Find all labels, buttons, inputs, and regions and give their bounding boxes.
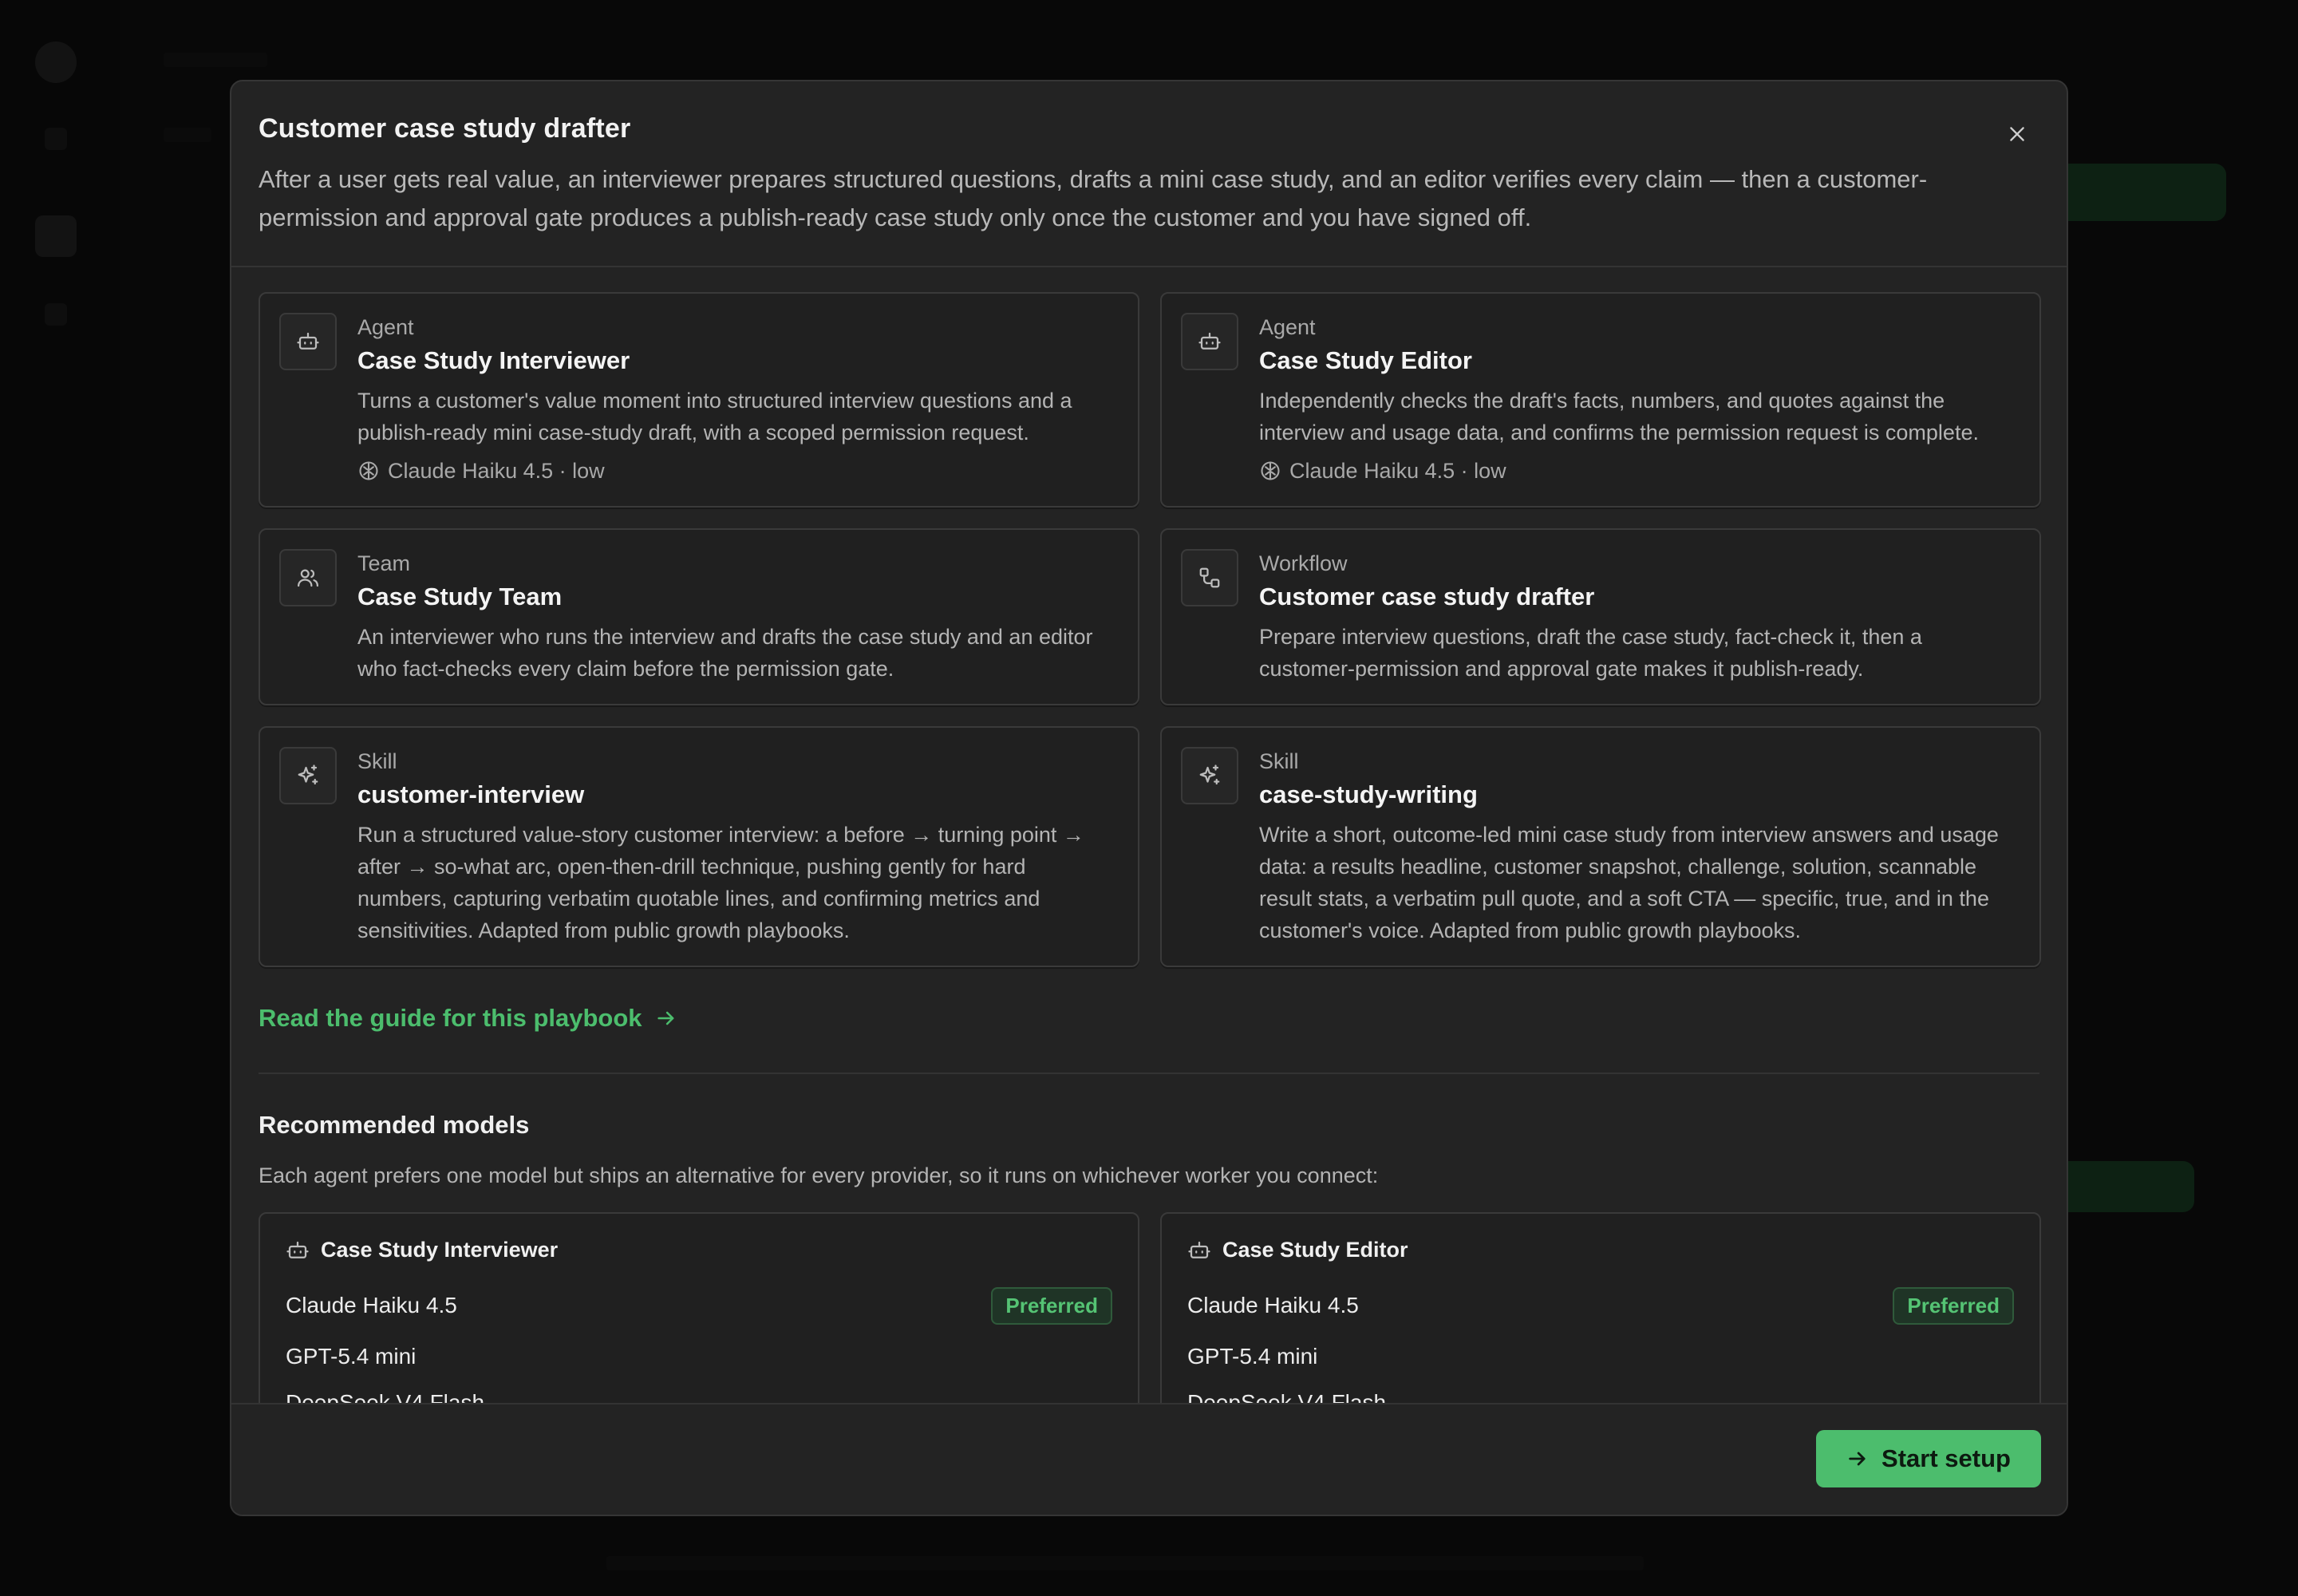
card-kind: Skill bbox=[357, 749, 397, 773]
modal-body[interactable]: Agent Case Study Interviewer Turns a cus… bbox=[231, 267, 2067, 1403]
robot-icon bbox=[1188, 1241, 1210, 1258]
card-model-label: Claude Haiku 4.5 · low bbox=[1289, 459, 1506, 483]
close-button[interactable] bbox=[2000, 117, 2035, 152]
preferred-badge: Preferred bbox=[991, 1286, 1112, 1325]
card-kind: Team bbox=[357, 551, 411, 575]
card-name: case-study-writing bbox=[1259, 780, 1478, 808]
card-icon-container bbox=[1181, 313, 1238, 370]
card-description: An interviewer who runs the interview an… bbox=[357, 625, 1093, 681]
workflow-icon bbox=[1199, 567, 1220, 588]
guide-link-label: Read the guide for this playbook bbox=[259, 1004, 642, 1032]
card-model: Claude Haiku 4.5 · low bbox=[1259, 455, 2019, 487]
model-row: DeepSeek V4 Flash bbox=[1187, 1387, 2014, 1403]
robot-icon bbox=[286, 1241, 309, 1258]
component-card-team: Team Case Study Team An interviewer who … bbox=[259, 528, 1139, 705]
brain-icon bbox=[1261, 461, 1280, 480]
model-row: GPT-5.4 mini bbox=[286, 1341, 1112, 1373]
component-card-skill-writing: Skill case-study-writing Write a short, … bbox=[1160, 726, 2041, 967]
robot-icon bbox=[1198, 332, 1221, 350]
model-card-agent-name: Case Study Editor bbox=[1222, 1238, 1408, 1262]
users-icon bbox=[298, 569, 318, 587]
model-name: Claude Haiku 4.5 bbox=[286, 1293, 457, 1317]
start-setup-button[interactable]: Start setup bbox=[1816, 1430, 2041, 1487]
card-icon-container bbox=[1181, 747, 1238, 804]
recommended-models-description: Each agent prefers one model but ships a… bbox=[259, 1163, 1379, 1187]
card-kind: Agent bbox=[357, 315, 414, 339]
card-description: Independently checks the draft's facts, … bbox=[1259, 389, 1979, 444]
card-icon-container bbox=[279, 747, 337, 804]
card-name: Case Study Interviewer bbox=[357, 346, 630, 374]
model-row: Claude Haiku 4.5 Preferred bbox=[1187, 1285, 2014, 1326]
modal-header: Customer case study drafter After a user… bbox=[231, 81, 2067, 267]
component-card-workflow: Workflow Customer case study drafter Pre… bbox=[1160, 528, 2041, 705]
playbook-modal: Customer case study drafter After a user… bbox=[230, 80, 2068, 1516]
model-card-header: Case Study Editor bbox=[1187, 1238, 2014, 1262]
card-name: customer-interview bbox=[357, 780, 585, 808]
modal-footer: Start setup bbox=[231, 1403, 2067, 1515]
arrow-right-icon bbox=[1849, 1452, 1866, 1466]
arrow-right-icon bbox=[657, 1011, 673, 1025]
component-grid: Agent Case Study Interviewer Turns a cus… bbox=[259, 292, 2041, 967]
model-card-agent-name: Case Study Interviewer bbox=[321, 1238, 559, 1262]
model-name: DeepSeek V4 Flash bbox=[286, 1390, 485, 1403]
model-row: Claude Haiku 4.5 Preferred bbox=[286, 1285, 1112, 1326]
sparkle-icon bbox=[1199, 764, 1220, 785]
card-description: Run a structured value-story customer in… bbox=[357, 823, 1084, 942]
card-model-label: Claude Haiku 4.5 · low bbox=[388, 459, 605, 483]
model-card-header: Case Study Interviewer bbox=[286, 1238, 1112, 1262]
model-name: Claude Haiku 4.5 bbox=[1187, 1293, 1359, 1317]
card-name: Case Study Editor bbox=[1259, 346, 1472, 374]
model-name: GPT-5.4 mini bbox=[286, 1344, 417, 1369]
card-model: Claude Haiku 4.5 · low bbox=[357, 455, 1117, 487]
card-icon-container bbox=[279, 549, 337, 606]
card-description: Turns a customer's value moment into str… bbox=[357, 389, 1072, 444]
card-icon-container bbox=[1181, 549, 1238, 606]
model-card-interviewer: Case Study Interviewer Claude Haiku 4.5 … bbox=[259, 1212, 1139, 1403]
component-card-skill-interview: Skill customer-interview Run a structure… bbox=[259, 726, 1139, 967]
robot-icon bbox=[297, 332, 319, 350]
sparkle-icon bbox=[298, 764, 318, 785]
preferred-badge: Preferred bbox=[1893, 1286, 2014, 1325]
model-name: GPT-5.4 mini bbox=[1187, 1344, 1318, 1369]
card-kind: Agent bbox=[1259, 315, 1316, 339]
modal-title: Customer case study drafter bbox=[259, 113, 631, 144]
modal-description: After a user gets real value, an intervi… bbox=[259, 165, 1928, 231]
card-description: Write a short, outcome-led mini case stu… bbox=[1259, 823, 1999, 942]
model-name: DeepSeek V4 Flash bbox=[1187, 1390, 1387, 1403]
brain-icon bbox=[359, 461, 378, 480]
card-kind: Workflow bbox=[1259, 551, 1348, 575]
component-card-agent-editor: Agent Case Study Editor Independently ch… bbox=[1160, 292, 2041, 508]
component-card-agent-interviewer: Agent Case Study Interviewer Turns a cus… bbox=[259, 292, 1139, 508]
close-icon bbox=[2010, 127, 2024, 141]
model-row: DeepSeek V4 Flash bbox=[286, 1387, 1112, 1403]
card-name: Customer case study drafter bbox=[1259, 583, 1595, 610]
model-cards: Case Study Interviewer Claude Haiku 4.5 … bbox=[259, 1212, 2041, 1403]
start-setup-label: Start setup bbox=[1881, 1444, 2011, 1472]
guide-link[interactable]: Read the guide for this playbook bbox=[259, 1004, 677, 1033]
section-divider bbox=[259, 1073, 2039, 1074]
model-card-editor: Case Study Editor Claude Haiku 4.5 Prefe… bbox=[1160, 1212, 2041, 1403]
card-description: Prepare interview questions, draft the c… bbox=[1259, 625, 1922, 681]
model-row: GPT-5.4 mini bbox=[1187, 1341, 2014, 1373]
card-icon-container bbox=[279, 313, 337, 370]
card-kind: Skill bbox=[1259, 749, 1299, 773]
recommended-models-title: Recommended models bbox=[259, 1111, 530, 1139]
card-name: Case Study Team bbox=[357, 583, 563, 610]
